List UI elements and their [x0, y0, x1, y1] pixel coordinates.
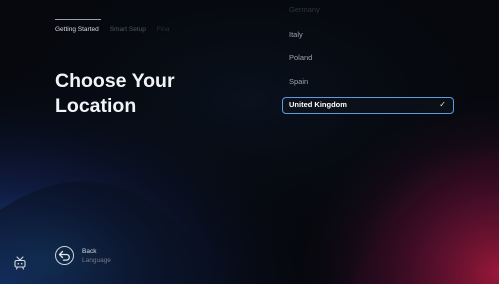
country-item-poland[interactable]: Poland	[282, 49, 454, 66]
back-label: Back	[82, 248, 97, 255]
back-arrow-icon	[58, 250, 70, 261]
step-getting-started: Getting Started	[55, 19, 101, 33]
back-sublabel: Language	[82, 257, 111, 264]
step-final: Fina	[156, 26, 170, 33]
tv-logo-icon	[14, 256, 26, 270]
checkmark-icon: ✓	[439, 100, 446, 109]
country-item-united-kingdom[interactable]: United Kingdom ✓	[282, 97, 454, 114]
country-item-spain[interactable]: Spain	[282, 73, 454, 90]
country-item-germany[interactable]: Germany	[282, 1, 454, 18]
setup-screen: Getting Started Smart Setup Fina Choose …	[0, 0, 499, 284]
setup-steps: Getting Started Smart Setup Fina	[55, 19, 170, 33]
page-title: Choose Your Location	[55, 70, 175, 117]
step-smart-setup: Smart Setup	[109, 26, 146, 33]
back-button[interactable]	[55, 246, 74, 265]
country-item-italy[interactable]: Italy	[282, 26, 454, 43]
selected-country-label: United Kingdom	[289, 100, 347, 109]
